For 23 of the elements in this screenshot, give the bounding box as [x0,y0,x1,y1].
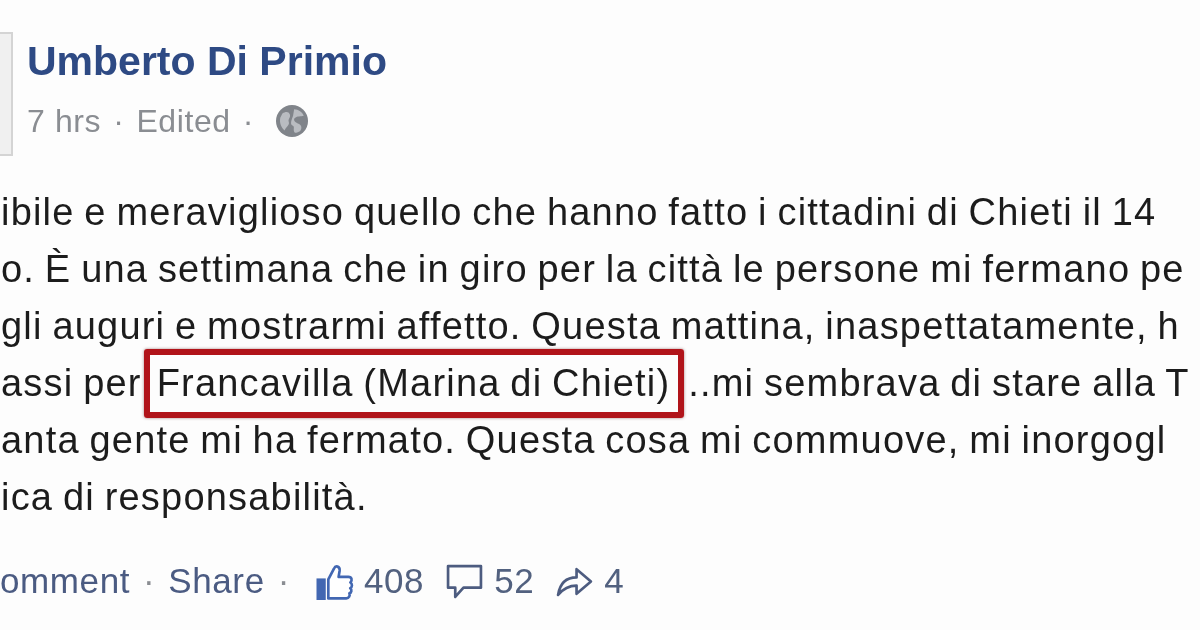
separator: · [277,561,290,601]
post-text-line: anta gente mi ha fermato. Questa cosa mi commuove, mi inorgogl [1,418,1167,463]
separator: · [242,102,254,140]
author-name[interactable]: Umberto Di Primio [27,38,387,84]
post-text-line: ica di responsabilità. [1,475,368,520]
comment-link[interactable]: omment [0,561,131,601]
separator: · [143,561,156,601]
edited-label: Edited [136,102,231,140]
share-count[interactable]: 4 [604,561,625,601]
timestamp-link[interactable]: 7 hrs [27,102,102,140]
post-text-line: ibile e meraviglioso quello che hanno fatto i cittadini di Chieti il 14 [1,190,1157,235]
share-link[interactable]: Share [168,561,265,601]
like-count[interactable]: 408 [363,561,425,601]
thumbs-up-icon[interactable] [314,562,355,600]
comment-count[interactable]: 52 [494,561,535,601]
separator: · [113,102,125,140]
speech-bubble-icon[interactable] [446,562,484,600]
post-text-line: ..mi sembrava di stare alla T [688,361,1190,406]
post-text-line: gli auguri e mostrarmi affetto. Questa mattina, inaspettatamente, h [1,304,1180,349]
post-text-line: assi per [1,361,142,406]
highlighted-phrase: Francavilla (Marina di Chieti) [143,349,685,418]
globe-icon[interactable] [276,105,308,137]
post-text-line: o. È una settimana che in giro per la città le persone mi fermano pe [1,247,1185,292]
